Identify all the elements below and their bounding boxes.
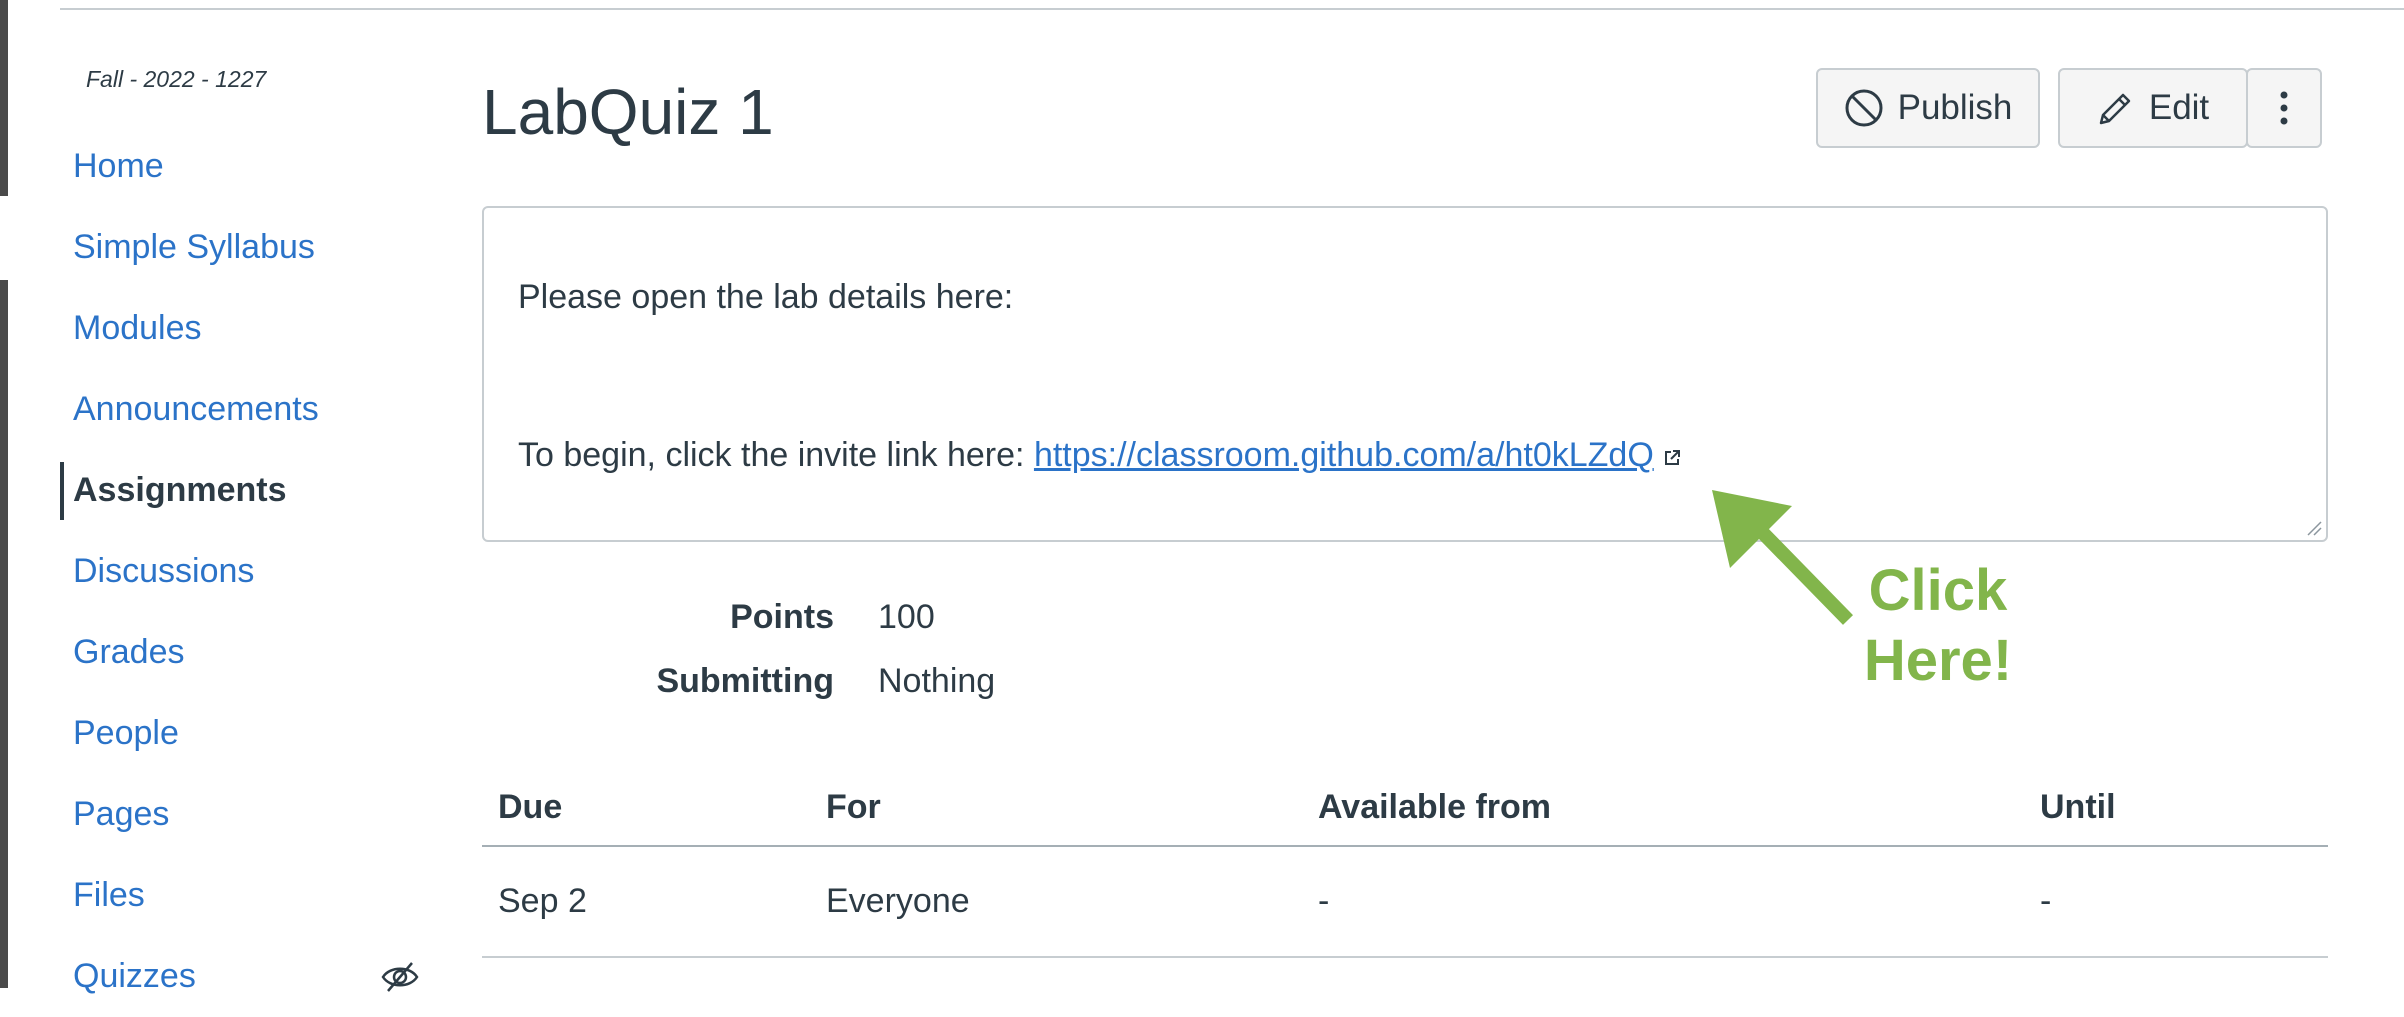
publish-label: Publish	[1897, 88, 2013, 127]
available-from-cell: -	[1318, 882, 1330, 920]
annotation-line: Here!	[1863, 628, 2013, 693]
course-term: Fall - 2022 - 1227	[86, 66, 267, 92]
unpublished-icon	[1845, 89, 1883, 127]
table-bottom-divider	[482, 956, 2328, 958]
github-invite-link[interactable]: https://classroom.github.com/a/ht0kLZdQ	[1034, 436, 1654, 474]
submitting-value: Nothing	[878, 662, 996, 700]
nav-item-people[interactable]: People	[60, 693, 440, 774]
course-navigation: Home Simple Syllabus Modules Announcemen…	[60, 126, 440, 1017]
submitting-label: Submitting	[656, 662, 834, 700]
nav-item-pages[interactable]: Pages	[60, 774, 440, 855]
edit-label: Edit	[2148, 88, 2210, 127]
column-header-due: Due	[498, 788, 563, 826]
for-cell: Everyone	[826, 882, 970, 920]
external-link-icon	[1664, 450, 1680, 465]
more-options-button[interactable]	[2246, 68, 2322, 148]
page-title: LabQuiz 1	[482, 76, 774, 148]
description-line: Please open the lab details here:	[518, 278, 1014, 316]
nav-item-assignments[interactable]: Assignments	[60, 450, 440, 531]
nav-item-grades[interactable]: Grades	[60, 612, 440, 693]
nav-item-modules[interactable]: Modules	[60, 288, 440, 369]
top-divider	[60, 8, 2404, 10]
nav-item-simple-syllabus[interactable]: Simple Syllabus	[60, 207, 440, 288]
eye-slash-icon	[381, 962, 419, 992]
resize-handle-icon[interactable]	[2306, 520, 2322, 536]
click-here-annotation: Click Here!	[1858, 556, 2018, 696]
nav-item-label: Quizzes	[73, 957, 196, 995]
left-edge-bar	[0, 0, 8, 196]
pencil-icon	[2099, 93, 2131, 125]
due-date-cell: Sep 2	[498, 882, 587, 920]
kebab-menu-icon	[2280, 91, 2288, 125]
until-cell: -	[2040, 882, 2052, 920]
nav-item-announcements[interactable]: Announcements	[60, 369, 440, 450]
points-label: Points	[730, 598, 834, 636]
nav-item-quizzes[interactable]: Quizzes	[60, 936, 440, 1017]
description-line: To begin, click the invite link here: ht…	[518, 436, 1682, 475]
column-header-available-from: Available from	[1318, 788, 1552, 826]
column-header-for: For	[826, 788, 881, 826]
points-value: 100	[878, 598, 935, 636]
annotation-line: Click	[1868, 558, 2008, 623]
edit-button[interactable]: Edit	[2058, 68, 2248, 148]
annotation-arrow-icon	[1712, 490, 1854, 625]
description-text: To begin, click the invite link here:	[518, 436, 1034, 474]
left-edge-bar	[0, 280, 8, 988]
nav-item-files[interactable]: Files	[60, 855, 440, 936]
nav-item-home[interactable]: Home	[60, 126, 440, 207]
nav-item-discussions[interactable]: Discussions	[60, 531, 440, 612]
column-header-until: Until	[2040, 788, 2116, 826]
table-header-divider	[482, 845, 2328, 847]
assignment-description: Please open the lab details here: To beg…	[482, 206, 2328, 542]
publish-button[interactable]: Publish	[1816, 68, 2040, 148]
